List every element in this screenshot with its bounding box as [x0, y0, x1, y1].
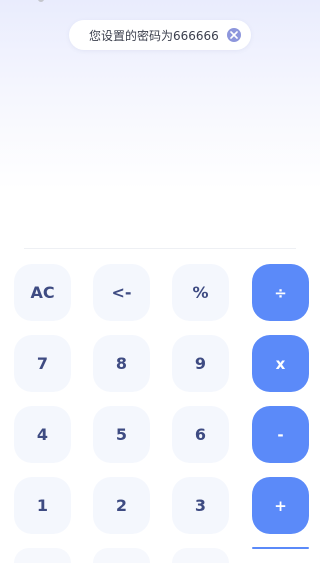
- display-divider: [24, 248, 296, 249]
- password-toast: 您设置的密码为666666: [69, 20, 251, 50]
- digit-7-button[interactable]: 7: [14, 335, 71, 392]
- next-row-key-partial[interactable]: [93, 548, 150, 563]
- close-icon[interactable]: [227, 28, 241, 42]
- add-button[interactable]: +: [252, 477, 309, 534]
- next-row-operator-key-partial[interactable]: [252, 547, 309, 549]
- digit-3-button[interactable]: 3: [172, 477, 229, 534]
- multiply-button[interactable]: x: [252, 335, 309, 392]
- digit-2-button[interactable]: 2: [93, 477, 150, 534]
- close-x-glyph: [230, 31, 238, 39]
- clear-button[interactable]: AC: [14, 264, 71, 321]
- digit-5-button[interactable]: 5: [93, 406, 150, 463]
- backspace-button[interactable]: <-: [93, 264, 150, 321]
- digit-8-button[interactable]: 8: [93, 335, 150, 392]
- next-row-key-partial[interactable]: [172, 548, 229, 563]
- digit-6-button[interactable]: 6: [172, 406, 229, 463]
- next-row-key-partial[interactable]: [14, 548, 71, 563]
- toast-message: 您设置的密码为666666: [89, 28, 219, 43]
- divide-button[interactable]: ÷: [252, 264, 309, 321]
- subtract-button[interactable]: -: [252, 406, 309, 463]
- percent-button[interactable]: %: [172, 264, 229, 321]
- digit-1-button[interactable]: 1: [14, 477, 71, 534]
- digit-9-button[interactable]: 9: [172, 335, 229, 392]
- digit-4-button[interactable]: 4: [14, 406, 71, 463]
- status-bar-indicator: [38, 0, 44, 2]
